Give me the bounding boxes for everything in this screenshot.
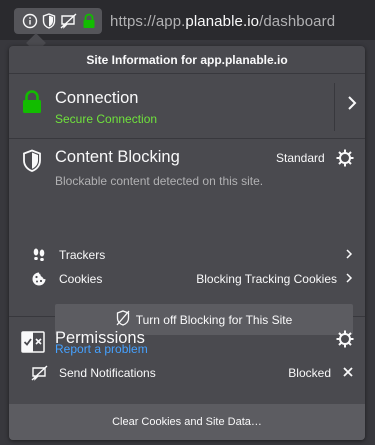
cookies-value: Blocking Tracking Cookies (196, 272, 337, 286)
lock-icon[interactable] (82, 13, 96, 29)
remove-permission-close-icon[interactable] (343, 366, 353, 380)
cookies-label: Cookies (59, 272, 103, 286)
content-blocking-shield-icon (22, 149, 42, 178)
trackers-label: Trackers (59, 248, 106, 262)
connection-more-chevron-icon[interactable] (345, 94, 359, 117)
permission-item: Send Notifications Blocked (31, 363, 353, 383)
notification-icon (31, 365, 51, 381)
permission-label: Send Notifications (59, 366, 156, 380)
cookies-row[interactable]: Cookies Blocking Tracking Cookies (31, 269, 353, 289)
trackers-row[interactable]: Trackers (31, 245, 353, 265)
shield-icon[interactable] (42, 13, 56, 29)
url-text[interactable]: https://app.planable.io/dashboard (110, 13, 335, 30)
footprints-icon (31, 247, 51, 263)
permissions-gear-icon[interactable] (336, 330, 354, 353)
content-blocking-gear-icon[interactable] (336, 149, 354, 172)
connection-title: Connection (55, 89, 139, 107)
blocking-mode-label: Standard (276, 151, 325, 165)
url-bar: https://app.planable.io/dashboard (0, 0, 375, 40)
permissions-section: Permissions Send Notifications Blocked (9, 317, 365, 401)
content-blocking-description: Blockable content detected on this site. (55, 174, 264, 188)
permission-state: Blocked (288, 366, 331, 380)
panel-title: Site Information for app.planable.io (9, 46, 365, 74)
permissions-title: Permissions (55, 329, 145, 347)
info-icon[interactable] (22, 13, 38, 29)
connection-section: Connection Secure Connection (9, 74, 365, 139)
cookie-icon (31, 271, 51, 287)
notification-blocked-icon[interactable] (60, 13, 78, 29)
permissions-icon (21, 331, 45, 358)
content-blocking-section: Content Blocking Standard Blockable cont… (9, 139, 365, 356)
identity-box[interactable] (14, 8, 102, 34)
connection-status: Secure Connection (55, 112, 158, 126)
chevron-right-icon (345, 248, 353, 263)
clear-cookies-button[interactable]: Clear Cookies and Site Data… (9, 404, 365, 440)
divider (334, 83, 335, 131)
connection-lock-icon (21, 90, 43, 119)
site-info-panel: Site Information for app.planable.io Con… (9, 46, 365, 440)
chevron-right-icon (345, 272, 353, 287)
content-blocking-title: Content Blocking (55, 148, 180, 166)
